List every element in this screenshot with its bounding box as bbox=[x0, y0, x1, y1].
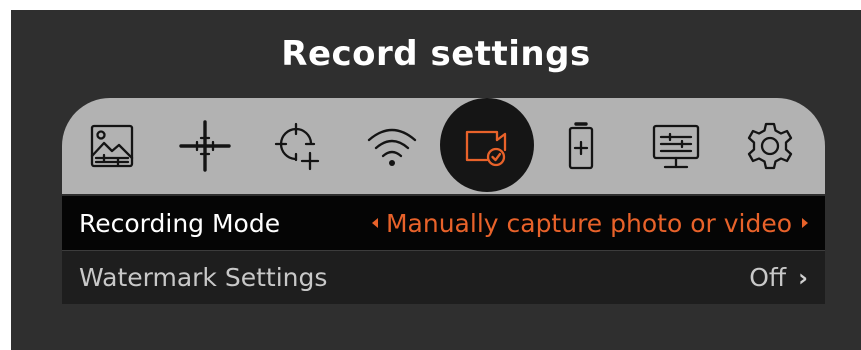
tab-reticle[interactable] bbox=[158, 98, 252, 194]
record-camera-icon bbox=[465, 130, 507, 167]
tab-battery[interactable] bbox=[534, 98, 628, 194]
wifi-icon bbox=[367, 128, 417, 166]
setting-label: Watermark Settings bbox=[79, 263, 328, 292]
zeroing-crosshair-icon bbox=[274, 122, 320, 171]
tab-record[interactable] bbox=[440, 98, 534, 194]
arrow-left-icon[interactable] bbox=[371, 218, 378, 228]
display-settings-icon bbox=[652, 124, 700, 169]
setting-row-recording-mode[interactable]: Recording Mode Manually capture photo or… bbox=[62, 196, 825, 250]
battery-icon bbox=[568, 122, 594, 170]
image-settings-icon bbox=[90, 124, 134, 168]
tab-zeroing[interactable] bbox=[251, 98, 345, 194]
settings-tab-bar bbox=[62, 98, 825, 194]
setting-value-selector[interactable]: Off › bbox=[749, 263, 808, 292]
tab-wifi[interactable] bbox=[345, 98, 439, 194]
setting-value: Manually capture photo or video bbox=[385, 208, 792, 238]
reticle-icon bbox=[179, 120, 231, 172]
tab-image[interactable] bbox=[65, 98, 159, 194]
tab-gear[interactable] bbox=[723, 98, 817, 194]
page-title: Record settings bbox=[281, 34, 591, 74]
setting-label: Recording Mode bbox=[79, 208, 281, 238]
arrow-right-icon[interactable] bbox=[802, 218, 808, 228]
settings-panel: Record settings Recording Mode Manually … bbox=[11, 10, 861, 350]
setting-value-selector[interactable]: Manually capture photo or video bbox=[371, 208, 808, 238]
setting-row-watermark[interactable]: Watermark Settings Off › bbox=[62, 250, 825, 304]
tab-display[interactable] bbox=[629, 98, 723, 194]
gear-icon bbox=[747, 122, 793, 170]
chevron-right-icon: › bbox=[798, 263, 808, 292]
setting-value: Off bbox=[749, 263, 787, 292]
